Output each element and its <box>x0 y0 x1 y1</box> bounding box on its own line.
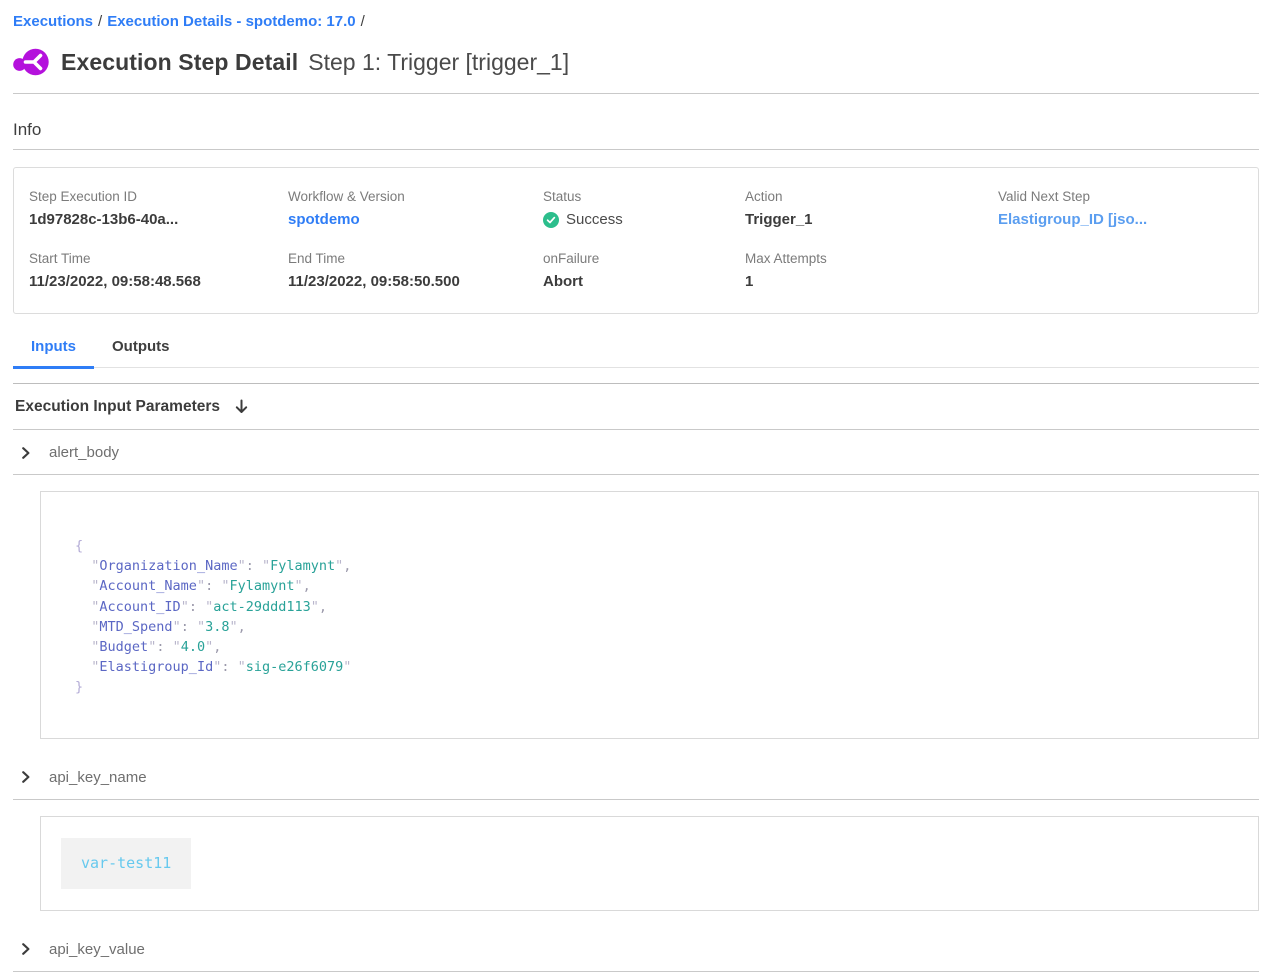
field-value: 1d97828c-13b6-40a... <box>29 211 288 228</box>
field-action: Action Trigger_1 <box>745 189 998 228</box>
param-row-api-key-name[interactable]: api_key_name <box>13 755 1259 800</box>
breadcrumb-separator: / <box>356 13 370 30</box>
field-workflow-version: Workflow & Version spotdemo <box>288 189 543 228</box>
breadcrumb-executions-link[interactable]: Executions <box>13 13 93 30</box>
field-start-time: Start Time 11/23/2022, 09:58:48.568 <box>29 251 288 290</box>
field-value: 11/23/2022, 09:58:50.500 <box>288 273 543 290</box>
field-label: Workflow & Version <box>288 189 543 204</box>
json-code-viewer[interactable]: { "Organization_Name": "Fylamynt", "Acco… <box>75 536 1226 698</box>
field-status: Status Success <box>543 189 745 228</box>
field-valid-next-step: Valid Next Step Elastigroup_ID [jso... <box>998 189 1243 228</box>
fylamynt-logo-icon <box>13 47 49 78</box>
status-text: Success <box>566 211 623 228</box>
api-key-name-content-box: var-test11 <box>40 816 1259 911</box>
inputs-outputs-tabs: Inputs Outputs <box>13 338 1259 368</box>
chevron-right-icon <box>20 943 32 955</box>
tab-outputs[interactable]: Outputs <box>94 338 188 367</box>
info-section-heading: Info <box>13 120 1259 140</box>
chevron-right-icon <box>20 447 32 459</box>
breadcrumb: Executions/Execution Details - spotdemo:… <box>13 0 1259 30</box>
divider <box>13 149 1259 150</box>
workflow-link[interactable]: spotdemo <box>288 211 543 228</box>
param-name: alert_body <box>49 444 119 461</box>
execution-step-detail-page: Executions/Execution Details - spotdemo:… <box>0 0 1272 972</box>
field-max-attempts: Max Attempts 1 <box>745 251 998 290</box>
field-value: Abort <box>543 273 745 290</box>
field-label: Step Execution ID <box>29 189 288 204</box>
field-label: Status <box>543 189 745 204</box>
field-label: Action <box>745 189 998 204</box>
param-name: api_key_name <box>49 769 147 786</box>
execution-input-parameters-header: Execution Input Parameters <box>13 384 1259 430</box>
breadcrumb-separator: / <box>93 13 107 30</box>
alert-body-content-box: { "Organization_Name": "Fylamynt", "Acco… <box>40 491 1259 739</box>
api-key-name-value: var-test11 <box>61 838 191 889</box>
field-label: Valid Next Step <box>998 189 1243 204</box>
info-grid: Step Execution ID 1d97828c-13b6-40a... W… <box>29 189 1243 290</box>
valid-next-step-link[interactable]: Elastigroup_ID [jso... <box>998 211 1243 228</box>
section-title: Execution Input Parameters <box>15 398 220 416</box>
field-label: onFailure <box>543 251 745 266</box>
param-name: api_key_value <box>49 941 145 958</box>
field-value: 11/23/2022, 09:58:48.568 <box>29 273 288 290</box>
status-badge: Success <box>543 211 745 228</box>
success-check-icon <box>543 212 559 228</box>
field-label: Max Attempts <box>745 251 998 266</box>
field-onfailure: onFailure Abort <box>543 251 745 290</box>
page-subtitle: Step 1: Trigger [trigger_1] <box>308 49 569 76</box>
divider <box>13 93 1259 94</box>
field-end-time: End Time 11/23/2022, 09:58:50.500 <box>288 251 543 290</box>
info-card: Step Execution ID 1d97828c-13b6-40a... W… <box>13 167 1259 314</box>
page-title: Execution Step Detail <box>61 49 298 76</box>
field-label: End Time <box>288 251 543 266</box>
field-value: 1 <box>745 273 998 290</box>
field-label: Start Time <box>29 251 288 266</box>
tab-inputs[interactable]: Inputs <box>13 338 94 367</box>
page-title-row: Execution Step Detail Step 1: Trigger [t… <box>13 47 1259 78</box>
param-row-api-key-value[interactable]: api_key_value <box>13 927 1259 972</box>
field-step-execution-id: Step Execution ID 1d97828c-13b6-40a... <box>29 189 288 228</box>
download-arrow-icon[interactable] <box>234 399 249 415</box>
chevron-right-icon <box>20 771 32 783</box>
param-row-alert-body[interactable]: alert_body <box>13 430 1259 475</box>
field-empty <box>998 251 1243 290</box>
breadcrumb-execution-details-link[interactable]: Execution Details - spotdemo: 17.0 <box>107 13 355 30</box>
field-value: Trigger_1 <box>745 211 998 228</box>
